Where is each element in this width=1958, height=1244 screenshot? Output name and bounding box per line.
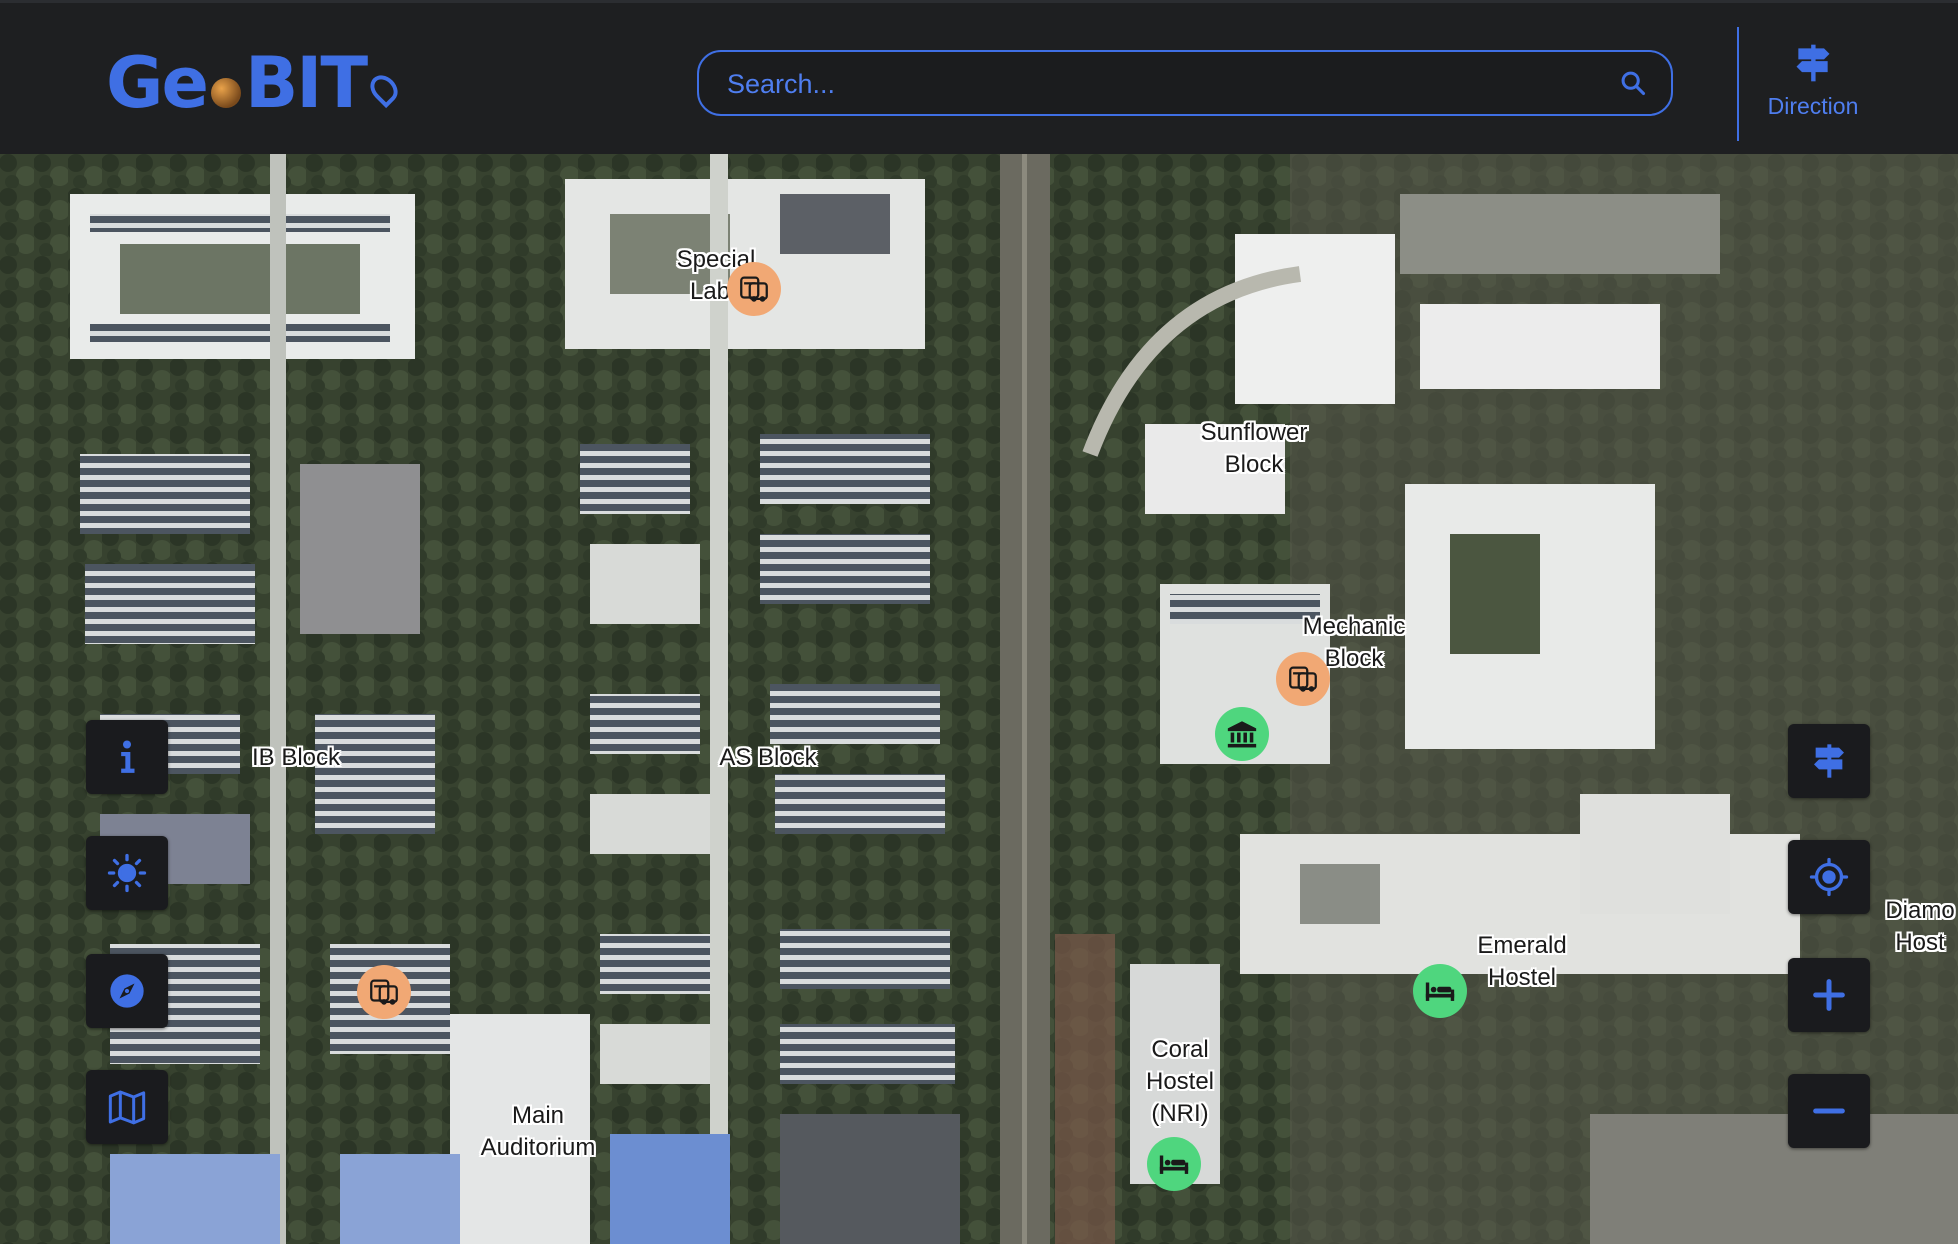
info-icon	[121, 740, 135, 773]
directions-button[interactable]	[1788, 724, 1870, 798]
compass-button[interactable]	[86, 954, 168, 1028]
label-ib-block[interactable]: IB Block	[252, 742, 340, 774]
app-header: Ge BIT Direction	[0, 0, 1958, 154]
zoom-in-button[interactable]	[1788, 958, 1870, 1032]
hostel-marker[interactable]	[1413, 964, 1467, 1018]
label-as-block[interactable]: AS Block	[719, 742, 816, 774]
logo-text-bit: BIT	[244, 42, 368, 124]
label-coral-hostel[interactable]: Coral Hostel (NRI)	[1146, 1034, 1214, 1130]
minus-icon	[1813, 1108, 1845, 1114]
bus-icon	[370, 979, 398, 1005]
label-diamond-hostel[interactable]: Diamo Host	[1885, 895, 1954, 959]
globe-icon	[210, 78, 241, 108]
label-sunflower-block[interactable]: Sunflower Block	[1201, 417, 1308, 481]
label-main-auditorium[interactable]: Main Auditorium	[481, 1100, 596, 1164]
locate-me-button[interactable]	[1788, 840, 1870, 914]
bus-icon	[740, 276, 768, 302]
theme-toggle-button[interactable]	[86, 836, 168, 910]
compass-icon	[110, 974, 144, 1008]
search-input[interactable]	[725, 52, 1609, 116]
bus-marker[interactable]	[357, 965, 411, 1019]
bank-icon	[1227, 721, 1257, 748]
header-divider	[1737, 27, 1739, 141]
search-bar	[697, 50, 1673, 116]
bed-icon	[1159, 1155, 1189, 1174]
map-icon	[108, 1090, 146, 1125]
signpost-icon	[1796, 44, 1830, 82]
direction-label: Direction	[1767, 93, 1859, 119]
direction-button[interactable]: Direction	[1740, 37, 1886, 137]
bed-icon	[1425, 982, 1455, 1001]
bus-marker[interactable]	[1276, 652, 1330, 706]
location-pin-icon	[365, 69, 404, 109]
bus-marker[interactable]	[727, 262, 781, 316]
crosshair-icon	[1809, 857, 1849, 897]
sun-icon	[107, 853, 147, 893]
search-icon[interactable]	[1619, 69, 1647, 97]
bus-icon	[1289, 666, 1317, 692]
bank-marker[interactable]	[1215, 707, 1269, 761]
map-layers-button[interactable]	[86, 1070, 168, 1144]
satellite-imagery	[0, 154, 1958, 1244]
info-button[interactable]	[86, 720, 168, 794]
hostel-marker[interactable]	[1147, 1137, 1201, 1191]
zoom-out-button[interactable]	[1788, 1074, 1870, 1148]
label-emerald-hostel[interactable]: Emerald Hostel	[1477, 930, 1566, 994]
signpost-icon	[1814, 744, 1844, 778]
plus-icon	[1813, 979, 1845, 1011]
geobit-logo[interactable]: Ge BIT	[106, 42, 404, 124]
logo-text-ge: Ge	[106, 42, 209, 124]
satellite-map[interactable]: Special Labs Sunflower Block Mechanic Block…	[0, 154, 1958, 1244]
